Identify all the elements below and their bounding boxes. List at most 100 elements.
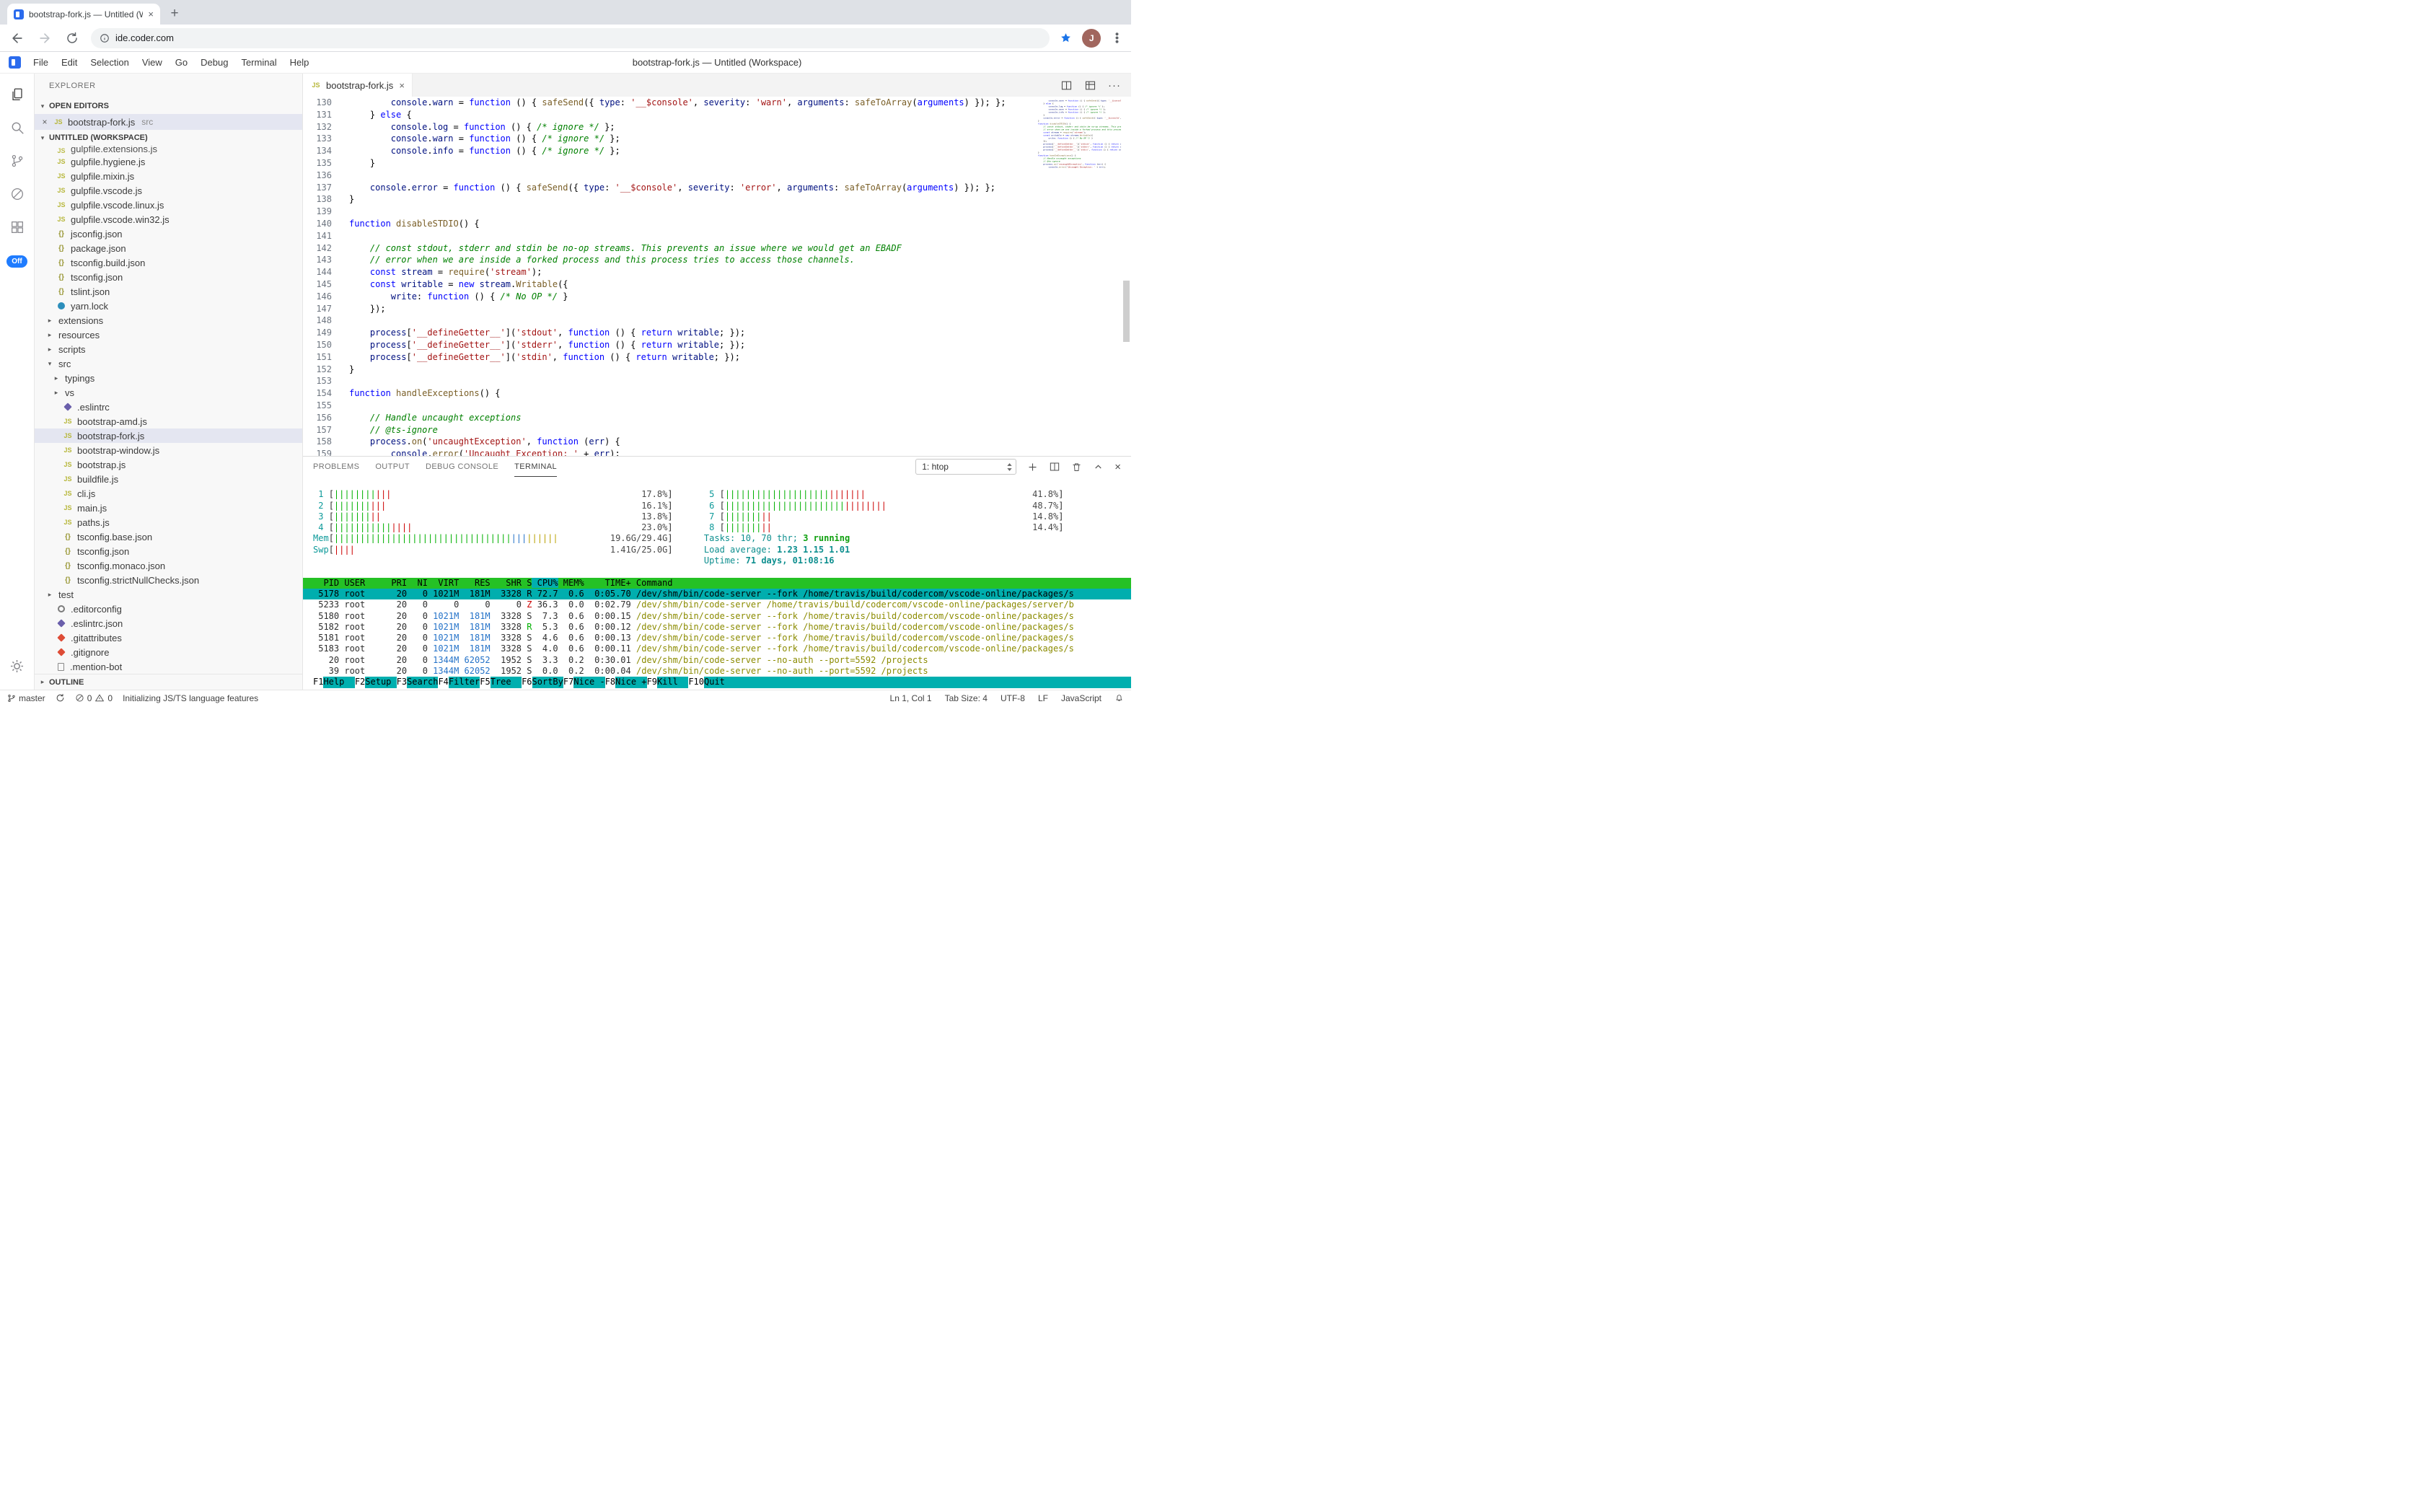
menu-debug[interactable]: Debug xyxy=(194,57,234,68)
code-area[interactable]: 130 console.warn = function () { safeSen… xyxy=(303,97,1131,456)
tree-folder-scripts[interactable]: ▸scripts xyxy=(35,342,302,356)
terminal-content[interactable]: 1 [||||||||||| 17.8%] 5 [|||||||||||||||… xyxy=(303,477,1131,690)
menu-view[interactable]: View xyxy=(136,57,169,68)
code-line-141[interactable]: 141 xyxy=(303,230,1131,242)
code-line-144[interactable]: 144 const stream = require('stream'); xyxy=(303,266,1131,278)
editor-scrollbar[interactable] xyxy=(1123,281,1130,342)
tree-file-tsconfig.monaco.json[interactable]: {}tsconfig.monaco.json xyxy=(35,558,302,573)
code-line-159[interactable]: 159 console.error('Uncaught Exception: '… xyxy=(303,448,1131,456)
tree-file-tsconfig.base.json[interactable]: {}tsconfig.base.json xyxy=(35,529,302,544)
tab-size-indicator[interactable]: Tab Size: 4 xyxy=(945,693,988,703)
coder-logo[interactable] xyxy=(9,56,21,69)
address-bar[interactable]: ide.coder.com xyxy=(91,28,1050,48)
menu-help[interactable]: Help xyxy=(283,57,316,68)
code-line-138[interactable]: 138} xyxy=(303,193,1131,206)
site-info-icon[interactable] xyxy=(100,33,110,43)
tree-file-gulpfile.vscode.js[interactable]: JSgulpfile.vscode.js xyxy=(35,183,302,198)
avatar[interactable]: J xyxy=(1082,29,1101,48)
url-text[interactable]: ide.coder.com xyxy=(115,32,174,43)
code-line-136[interactable]: 136 xyxy=(303,170,1131,182)
panel-tab-output[interactable]: OUTPUT xyxy=(375,457,410,477)
tree-file-yarn.lock[interactable]: yarn.lock xyxy=(35,299,302,313)
tree-file-gulpfile.hygiene.js[interactable]: JSgulpfile.hygiene.js xyxy=(35,154,302,169)
tree-file-tsconfig.build.json[interactable]: {}tsconfig.build.json xyxy=(35,255,302,270)
code-line-137[interactable]: 137 console.error = function () { safeSe… xyxy=(303,182,1131,194)
tree-file-cli.js[interactable]: JScli.js xyxy=(35,486,302,501)
close-panel-icon[interactable]: × xyxy=(1114,461,1121,473)
tree-file-gulpfile.extensions.js[interactable]: JSgulpfile.extensions.js xyxy=(35,146,302,154)
forward-icon[interactable] xyxy=(36,30,53,47)
tree-file-buildfile.js[interactable]: JSbuildfile.js xyxy=(35,472,302,486)
close-icon[interactable]: × xyxy=(40,117,49,127)
code-line-149[interactable]: 149 process['__defineGetter__']('stdout'… xyxy=(303,327,1131,339)
new-tab-button[interactable]: + xyxy=(164,4,185,24)
open-editors-header[interactable]: ▾ OPEN EDITORS xyxy=(35,98,302,114)
tree-folder-test[interactable]: ▸test xyxy=(35,587,302,602)
tree-folder-vs[interactable]: ▸vs xyxy=(35,385,302,400)
search-icon[interactable] xyxy=(0,111,35,144)
tree-folder-src[interactable]: ▾src xyxy=(35,356,302,371)
bookmark-star-icon[interactable] xyxy=(1060,32,1072,44)
toggle-layout-icon[interactable] xyxy=(1084,79,1096,92)
menu-selection[interactable]: Selection xyxy=(84,57,135,68)
code-line-140[interactable]: 140function disableSTDIO() { xyxy=(303,218,1131,230)
tree-file-tsconfig.strictNullChecks.json[interactable]: {}tsconfig.strictNullChecks.json xyxy=(35,573,302,587)
tree-file-.eslintrc[interactable]: .eslintrc xyxy=(35,400,302,414)
explorer-icon[interactable] xyxy=(0,78,35,111)
menu-go[interactable]: Go xyxy=(169,57,194,68)
eol-indicator[interactable]: LF xyxy=(1038,693,1048,703)
tree-file-bootstrap-window.js[interactable]: JSbootstrap-window.js xyxy=(35,443,302,457)
code-line-139[interactable]: 139 xyxy=(303,206,1131,218)
tree-folder-typings[interactable]: ▸typings xyxy=(35,371,302,385)
code-line-154[interactable]: 154function handleExceptions() { xyxy=(303,387,1131,400)
tree-folder-resources[interactable]: ▸resources xyxy=(35,328,302,342)
code-line-158[interactable]: 158 process.on('uncaughtException', func… xyxy=(303,436,1131,448)
tree-file-tslint.json[interactable]: {}tslint.json xyxy=(35,284,302,299)
code-line-133[interactable]: 133 console.warn = function () { /* igno… xyxy=(303,133,1131,145)
settings-gear-icon[interactable] xyxy=(0,649,35,682)
close-icon[interactable]: × xyxy=(399,80,405,91)
code-line-132[interactable]: 132 console.log = function () { /* ignor… xyxy=(303,121,1131,133)
code-line-146[interactable]: 146 write: function () { /* No OP */ } xyxy=(303,291,1131,303)
tree-file-.gitattributes[interactable]: .gitattributes xyxy=(35,630,302,645)
htop-fkey-bar[interactable]: F1Help F2Setup F3SearchF4FilterF5Tree F6… xyxy=(303,677,1131,687)
problems-indicator[interactable]: 0 0 xyxy=(75,693,113,703)
browser-menu-icon[interactable]: ••• xyxy=(1111,32,1123,44)
branch-indicator[interactable]: master xyxy=(7,693,45,703)
more-actions-icon[interactable]: ··· xyxy=(1108,79,1121,92)
bell-icon[interactable] xyxy=(1114,693,1124,703)
code-line-134[interactable]: 134 console.info = function () { /* igno… xyxy=(303,145,1131,157)
code-line-131[interactable]: 131 } else { xyxy=(303,109,1131,121)
outline-header[interactable]: ▸ OUTLINE xyxy=(35,674,302,690)
tree-folder-extensions[interactable]: ▸extensions xyxy=(35,313,302,328)
new-terminal-icon[interactable] xyxy=(1027,462,1038,472)
sync-button[interactable] xyxy=(56,693,65,703)
split-terminal-icon[interactable] xyxy=(1049,461,1060,472)
panel-tab-debug-console[interactable]: DEBUG CONSOLE xyxy=(426,457,498,477)
tree-file-.editorconfig[interactable]: .editorconfig xyxy=(35,602,302,616)
browser-tab[interactable]: bootstrap-fork.js — Untitled (W × xyxy=(7,4,160,25)
tree-file-bootstrap.js[interactable]: JSbootstrap.js xyxy=(35,457,302,472)
tree-file-tsconfig.json[interactable]: {}tsconfig.json xyxy=(35,270,302,284)
tree-file-jsconfig.json[interactable]: {}jsconfig.json xyxy=(35,227,302,241)
cursor-position[interactable]: Ln 1, Col 1 xyxy=(890,693,932,703)
code-line-135[interactable]: 135 } xyxy=(303,157,1131,170)
back-icon[interactable] xyxy=(9,30,26,47)
encoding-indicator[interactable]: UTF-8 xyxy=(1001,693,1025,703)
menu-file[interactable]: File xyxy=(27,57,55,68)
open-editor-item[interactable]: ×JSbootstrap-fork.jssrc xyxy=(35,114,302,130)
menu-terminal[interactable]: Terminal xyxy=(234,57,283,68)
code-line-155[interactable]: 155 xyxy=(303,400,1131,412)
terminal-selector[interactable]: 1: htop xyxy=(915,459,1016,475)
tree-file-.mention-bot[interactable]: .mention-bot xyxy=(35,659,302,674)
language-mode[interactable]: JavaScript xyxy=(1061,693,1101,703)
tree-file-bootstrap-fork.js[interactable]: JSbootstrap-fork.js xyxy=(35,428,302,443)
workspace-header[interactable]: ▾ UNTITLED (WORKSPACE) xyxy=(35,130,302,146)
debug-icon[interactable] xyxy=(0,177,35,211)
code-line-157[interactable]: 157 // @ts-ignore xyxy=(303,424,1131,436)
code-line-148[interactable]: 148 xyxy=(303,315,1131,327)
tree-file-gulpfile.mixin.js[interactable]: JSgulpfile.mixin.js xyxy=(35,169,302,183)
panel-tab-terminal[interactable]: TERMINAL xyxy=(514,457,557,477)
code-line-142[interactable]: 142 // const stdout, stderr and stdin be… xyxy=(303,242,1131,255)
code-line-130[interactable]: 130 console.warn = function () { safeSen… xyxy=(303,97,1131,109)
